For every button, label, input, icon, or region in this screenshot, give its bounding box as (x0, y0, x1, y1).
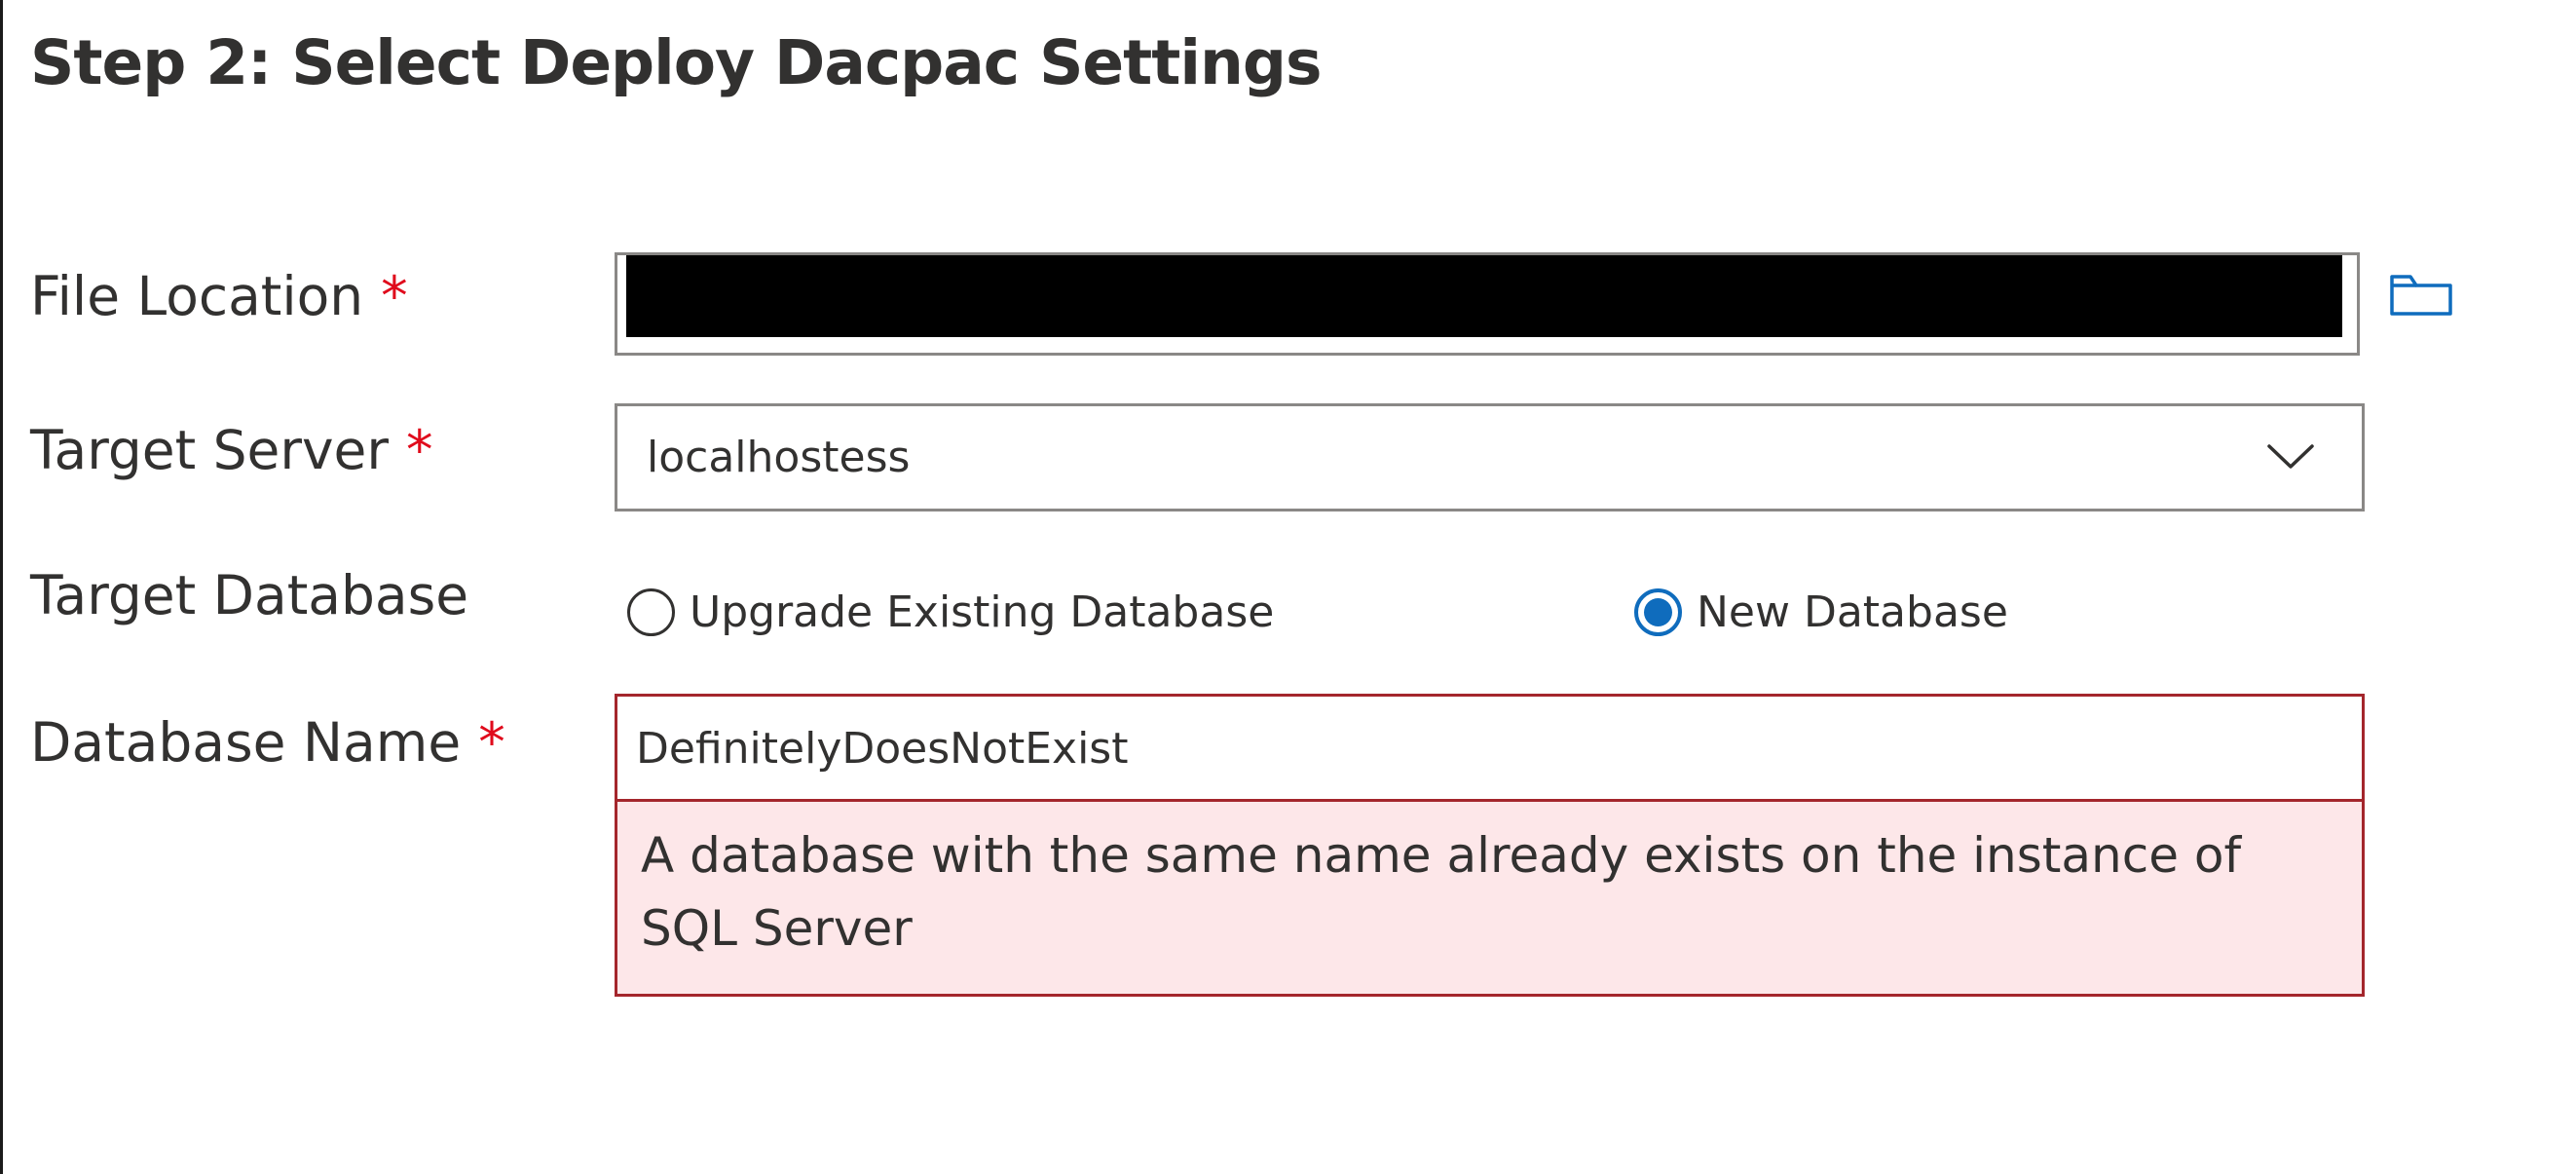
required-indicator: * (381, 265, 408, 327)
radio-unchecked-icon (627, 587, 675, 636)
required-indicator: * (478, 711, 505, 774)
radio-selected-dot (1644, 597, 1672, 626)
required-indicator: * (406, 419, 433, 481)
target-server-dropdown[interactable]: localhostess (615, 403, 2365, 511)
browse-folder-button[interactable] (2384, 263, 2458, 325)
page-title: Step 2: Select Deploy Dacpac Settings (30, 27, 1322, 98)
radio-label-upgrade-existing: Upgrade Existing Database (690, 587, 1275, 637)
database-name-label: Database Name * (30, 711, 505, 774)
radio-new-database[interactable]: New Database (1634, 580, 2008, 644)
database-name-field (615, 694, 2365, 801)
radio-label-new-database: New Database (1697, 587, 2008, 637)
redaction-block (626, 255, 2342, 337)
radio-checked-icon (1634, 587, 1682, 636)
target-database-label: Target Database (30, 564, 469, 626)
folder-icon (2390, 275, 2452, 316)
database-name-error-message: A database with the same name already ex… (615, 799, 2365, 997)
file-location-input[interactable] (615, 252, 2360, 356)
target-server-label: Target Server * (30, 419, 433, 481)
window-left-border (0, 0, 3, 1174)
target-server-label-text: Target Server (30, 419, 390, 481)
target-server-selected-value: localhostess (647, 433, 911, 482)
file-location-label-text: File Location (30, 265, 364, 327)
file-location-label: File Location * (30, 265, 408, 327)
chevron-down-icon (2267, 444, 2314, 469)
database-name-label-text: Database Name (30, 711, 462, 774)
database-name-input[interactable] (636, 697, 2342, 801)
radio-upgrade-existing-database[interactable]: Upgrade Existing Database (627, 580, 1274, 644)
